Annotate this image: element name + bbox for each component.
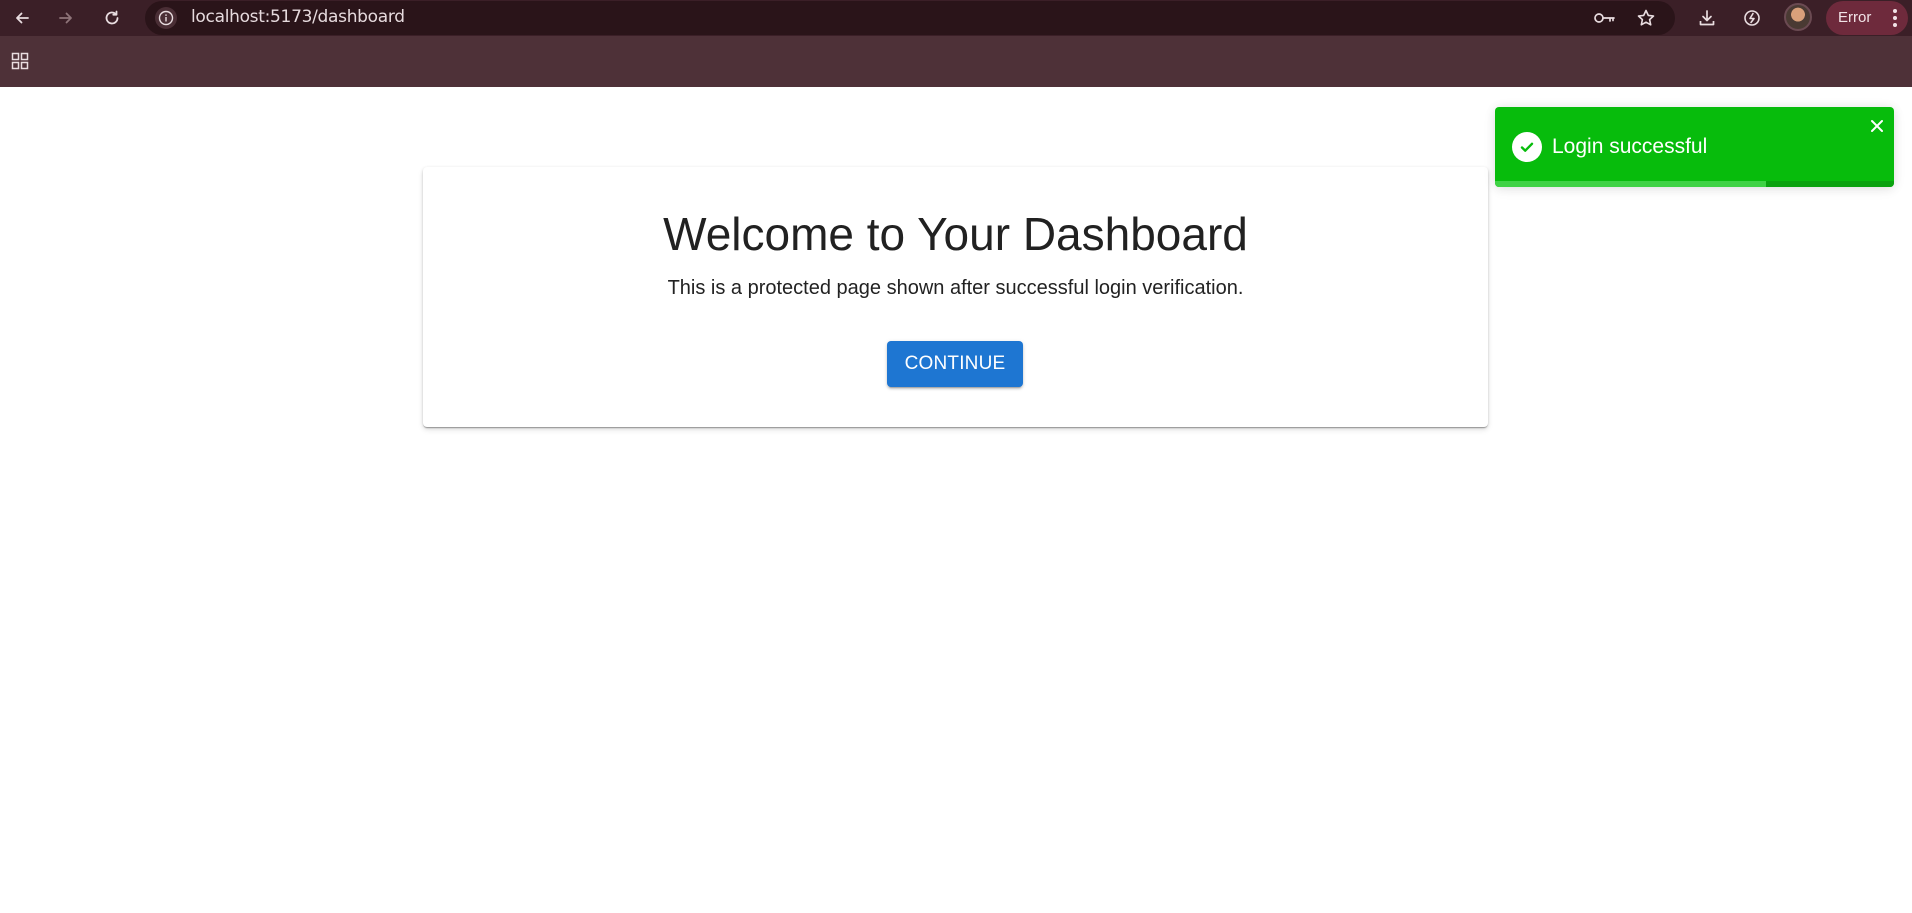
toast-progress-remaining — [1766, 181, 1894, 187]
toast-progress-bar — [1495, 181, 1766, 187]
passwords-button[interactable] — [1593, 6, 1617, 30]
bookmarks-bar — [0, 36, 1912, 87]
forward-arrow-icon — [59, 12, 72, 24]
forward-button[interactable] — [51, 3, 81, 33]
extension-button[interactable] — [1737, 3, 1767, 33]
url-text[interactable]: localhost:5173/dashboard — [191, 1, 405, 35]
profile-error-chip[interactable]: Error — [1826, 1, 1908, 35]
extension-icon — [1744, 10, 1760, 26]
site-info-button[interactable] — [155, 7, 177, 29]
key-icon — [1594, 13, 1615, 23]
more-vertical-icon[interactable] — [1888, 9, 1902, 27]
reload-icon — [105, 10, 119, 25]
browser-toolbar: localhost:5173/dashboard Error — [0, 0, 1912, 36]
dashboard-card: Welcome to Your Dashboard This is a prot… — [423, 167, 1488, 427]
back-button[interactable] — [7, 3, 37, 33]
back-arrow-icon — [16, 12, 29, 24]
check-circle-icon — [1512, 132, 1542, 162]
profile-avatar[interactable] — [1784, 3, 1812, 31]
profile-error-label: Error — [1838, 9, 1872, 26]
success-toast[interactable]: Login successful — [1495, 107, 1894, 187]
page-title: Welcome to Your Dashboard — [663, 208, 1248, 260]
page-subtitle: This is a protected page shown after suc… — [667, 277, 1244, 299]
toast-message: Login successful — [1552, 135, 1708, 158]
download-icon — [1699, 10, 1715, 26]
apps-button[interactable] — [6, 47, 34, 75]
info-icon — [158, 10, 174, 26]
toast-close-button[interactable] — [1868, 117, 1886, 135]
close-icon — [1871, 120, 1883, 132]
apps-grid-icon — [11, 52, 29, 70]
downloads-button[interactable] — [1692, 3, 1722, 33]
reload-button[interactable] — [97, 3, 127, 33]
bookmark-button[interactable] — [1634, 6, 1658, 30]
star-icon — [1637, 9, 1655, 26]
address-bar[interactable]: localhost:5173/dashboard — [145, 1, 1675, 35]
continue-button[interactable]: CONTINUE — [887, 341, 1023, 387]
